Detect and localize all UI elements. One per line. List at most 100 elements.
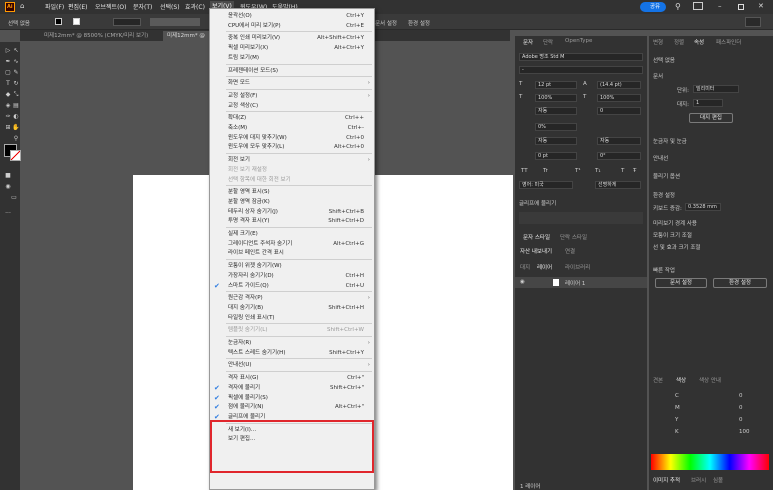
- eyedropper-tool-icon[interactable]: ✑: [4, 113, 12, 120]
- anti-alias-field[interactable]: 선명하게: [595, 181, 641, 189]
- view-menu-item[interactable]: 교정 설정(F) ›: [210, 91, 374, 101]
- tab-opentype[interactable]: OpenType: [565, 38, 592, 44]
- view-menu-item[interactable]: 윈도우에 모두 맞추기(L) Alt+Ctrl+0: [210, 142, 374, 152]
- artboard-field[interactable]: 1: [693, 99, 723, 107]
- view-menu-item[interactable]: ✔ 스마트 가이드(Q) Ctrl+U: [210, 281, 374, 291]
- screen-mode-icon[interactable]: ▭: [10, 194, 18, 201]
- maximize-icon[interactable]: [738, 4, 744, 10]
- menu-object[interactable]: 오브젝트(O): [95, 2, 127, 11]
- language-field[interactable]: 영어: 미국: [519, 181, 573, 189]
- close-icon[interactable]: ✕: [758, 2, 764, 10]
- view-menu-item[interactable]: 테두리 상자 숨기기(J) Shift+Ctrl+B: [210, 207, 374, 217]
- view-menu-item[interactable]: 윤곽선(O) Ctrl+Y: [210, 11, 374, 21]
- strikethrough-button[interactable]: Ŧ: [633, 168, 636, 174]
- view-menu-item[interactable]: ✔ 점에 물리기(N) Alt+Ctrl+": [210, 402, 374, 412]
- zoom-tool-icon[interactable]: ⚲: [12, 135, 20, 142]
- units-field[interactable]: 밀리미터: [693, 85, 739, 93]
- tab-document-2[interactable]: 미제12mm* @: [163, 31, 209, 41]
- view-menu-item[interactable]: CPU에서 미리 보기(P) Ctrl+E: [210, 21, 374, 31]
- tab-brushes[interactable]: 브러시: [691, 476, 706, 484]
- underline-button[interactable]: T: [621, 168, 624, 174]
- view-menu-item[interactable]: 교정 색상(C): [210, 101, 374, 111]
- view-menu-item[interactable]: 텍스트 스레드 숨기기(H) Shift+Ctrl+Y: [210, 348, 374, 358]
- tab-symbols[interactable]: 심볼: [713, 476, 723, 484]
- type-tool-icon[interactable]: T: [4, 80, 12, 87]
- preferences-button[interactable]: 환경 설정: [713, 278, 767, 288]
- horizontal-scale-field[interactable]: 100%: [597, 94, 641, 102]
- share-button[interactable]: 공유: [640, 2, 666, 12]
- doc-setup-link[interactable]: 문서 설정: [375, 19, 397, 27]
- view-menu-item[interactable]: 라이브 페인트 간격 표시: [210, 248, 374, 258]
- prefs-link[interactable]: 환경 설정: [408, 19, 430, 27]
- preview-bounds-checkbox[interactable]: 미리보기 경계 사용: [653, 219, 697, 227]
- menu-select[interactable]: 선택(S): [160, 2, 180, 11]
- view-menu-item[interactable]: 실제 크기(E): [210, 229, 374, 239]
- shape-builder-icon[interactable]: ◈: [4, 102, 12, 109]
- menu-type[interactable]: 문자(T): [133, 2, 152, 11]
- font-family-field[interactable]: Adobe 명조 Std M: [519, 53, 643, 61]
- eye-icon[interactable]: ◉: [520, 279, 525, 285]
- variable-width-field[interactable]: [150, 18, 200, 26]
- layer-row[interactable]: ◉ 레이어 1: [515, 277, 647, 288]
- more-tools-icon[interactable]: ···: [4, 210, 12, 217]
- view-menu-item[interactable]: 눈금자(R) ›: [210, 338, 374, 348]
- pencil-tool-icon[interactable]: ✎: [12, 69, 20, 76]
- channel-y-value[interactable]: 0: [739, 417, 743, 423]
- scale-tool-icon[interactable]: ⤡: [12, 91, 20, 98]
- tab-image-trace[interactable]: 이미지 추적: [653, 476, 680, 484]
- baseline-shift-field[interactable]: 0 pt: [535, 152, 577, 160]
- view-menu-item[interactable]: 회전 보기 ›: [210, 155, 374, 165]
- view-menu-item[interactable]: 중복 인쇄 미리보기(V) Alt+Shift+Ctrl+Y: [210, 33, 374, 43]
- tab-properties[interactable]: 속성: [694, 38, 704, 46]
- tsume-field[interactable]: 0%: [535, 123, 577, 131]
- view-menu-item[interactable]: 가장자리 숨기기(D) Ctrl+H: [210, 271, 374, 281]
- color-mode-icon[interactable]: ■: [4, 172, 12, 179]
- curvature-tool-icon[interactable]: ∿: [12, 58, 20, 65]
- channel-c-value[interactable]: 0: [739, 393, 743, 399]
- minimize-icon[interactable]: –: [718, 2, 722, 10]
- menu-file[interactable]: 파일(F): [45, 2, 64, 11]
- menu-edit[interactable]: 편집(E): [68, 2, 88, 11]
- keyboard-increment-field[interactable]: 0.3528 mm: [685, 203, 721, 211]
- view-menu-item[interactable]: ✔ 픽셀에 물리기(S): [210, 393, 374, 403]
- stroke-weight-field[interactable]: [113, 18, 141, 26]
- tab-transform[interactable]: 변형: [653, 38, 663, 46]
- char-rotation-field[interactable]: 0°: [597, 152, 641, 160]
- font-size-field[interactable]: 12 pt: [535, 81, 577, 89]
- view-menu-item[interactable]: 확대(Z) Ctrl++: [210, 113, 374, 123]
- channel-m-value[interactable]: 0: [739, 405, 743, 411]
- small-caps-button[interactable]: Tr: [543, 168, 548, 174]
- selection-tool-icon[interactable]: ▷: [4, 47, 12, 54]
- tab-links[interactable]: 연결: [565, 247, 575, 255]
- arrange-icon[interactable]: [745, 17, 761, 27]
- stroke-swatch[interactable]: [73, 18, 80, 25]
- edit-artboard-button[interactable]: 대지 편집: [689, 113, 733, 123]
- view-menu-item[interactable]: 픽셀 미리보기(X) Alt+Ctrl+Y: [210, 43, 374, 53]
- view-menu-item[interactable]: 타일링 인쇄 표시(T): [210, 313, 374, 323]
- color-spectrum[interactable]: [651, 454, 769, 470]
- tab-pathfinder[interactable]: 패스파인더: [716, 38, 741, 46]
- glyph-snap-buttons[interactable]: [519, 212, 643, 224]
- direct-selection-tool-icon[interactable]: ↖: [12, 47, 20, 54]
- view-menu-item[interactable]: 윈도우에 대지 맞추기(W) Ctrl+0: [210, 133, 374, 143]
- scale-strokes-checkbox[interactable]: 선 및 효과 크기 조절: [653, 243, 700, 251]
- tab-asset-export[interactable]: 자산 내보내기: [520, 247, 552, 255]
- view-menu-item[interactable]: ✔ 격자에 물리기 Shift+Ctrl+": [210, 383, 374, 393]
- view-menu-item[interactable]: 분할 영역 표시(S): [210, 187, 374, 197]
- view-menu-item[interactable]: 격자 표시(G) Ctrl+": [210, 373, 374, 383]
- view-menu-item[interactable]: 트림 보기(M): [210, 53, 374, 63]
- tab-para-styles[interactable]: 단락 스타일: [560, 233, 587, 241]
- pen-tool-icon[interactable]: ✒: [4, 58, 12, 65]
- scale-corners-checkbox[interactable]: 모퉁이 크기 조절: [653, 231, 692, 239]
- subscript-button[interactable]: T₁: [595, 168, 601, 174]
- blend-tool-icon[interactable]: ◐: [12, 113, 20, 120]
- superscript-button[interactable]: T¹: [575, 168, 581, 174]
- rotate-tool-icon[interactable]: ↻: [12, 80, 20, 87]
- home-icon[interactable]: ⌂: [20, 3, 28, 10]
- tab-character[interactable]: 문자: [523, 38, 533, 46]
- rectangle-tool-icon[interactable]: ▢: [4, 69, 12, 76]
- tracking-field[interactable]: 0: [597, 107, 641, 115]
- workspace-icon[interactable]: [693, 2, 703, 10]
- leading-field[interactable]: (14.4 pt): [597, 81, 641, 89]
- view-menu-item[interactable]: 투명 격자 표시(Y) Shift+Ctrl+D: [210, 216, 374, 226]
